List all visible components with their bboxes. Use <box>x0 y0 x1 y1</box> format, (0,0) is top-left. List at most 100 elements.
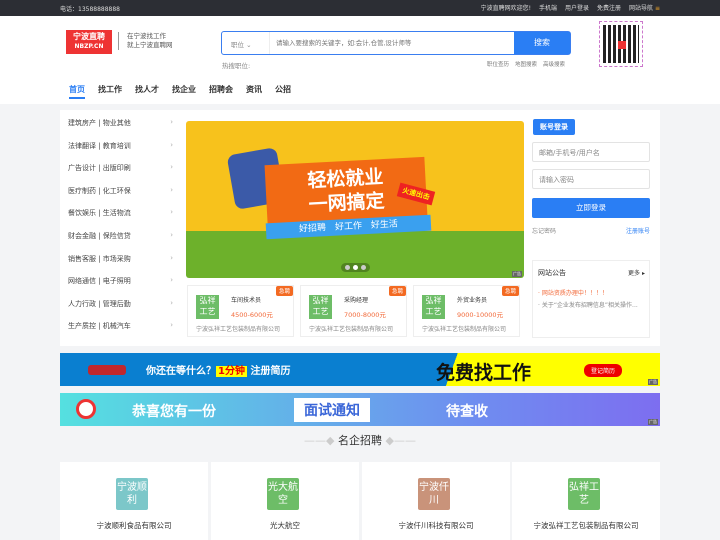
company-name: 宁波弘祥工艺包装制品有限公司 <box>533 521 639 530</box>
notice-item[interactable]: · 关于“企业发布招聘信息”相关操作... <box>538 300 638 309</box>
urgent-badge: 急聘 <box>501 286 519 296</box>
search-input[interactable] <box>270 32 514 54</box>
category-item[interactable]: 餐饮娱乐 | 生活物流 › <box>68 208 173 231</box>
company-logo: 弘祥工艺 <box>422 295 445 319</box>
company-logo: 宁波仟川 <box>418 478 450 510</box>
job-title: 外贸业务员 <box>457 297 488 304</box>
category-item[interactable]: 销售客服 | 市场采购 › <box>68 254 173 277</box>
password-input[interactable]: 请输入密码 <box>532 169 650 189</box>
notice-panel: 网站公告 更多 ▸ · 网站资质办理中！！！！ · 关于“企业发布招聘信息”相关… <box>532 260 650 338</box>
logo[interactable]: 宁波直聘 NBZP.CN <box>66 30 112 54</box>
ad-label: 广告 <box>648 419 658 425</box>
company-logo: 弘祥工艺 <box>196 295 219 319</box>
carousel-banner[interactable]: 轻松就业 一网搞定 好招聘 好工作 好生活 火速出击 广告 <box>186 121 524 278</box>
company-logo: 光大航空 <box>267 478 299 510</box>
job-company: 宁波弘祥工艺包装制品有限公司 <box>309 326 394 333</box>
forgot-password-link[interactable]: 忘记密码 <box>532 226 556 235</box>
company-logo: 弘祥工艺 <box>309 295 332 319</box>
company-card[interactable]: 宁波仟川 宁波仟川科技有限公司 <box>362 462 510 540</box>
notice-title: 网站公告 <box>538 269 566 277</box>
megaphone-icon <box>88 365 126 375</box>
company-logo: 宁波顺利 <box>116 478 148 510</box>
ad-label: 广告 <box>512 271 522 277</box>
urgent-badge: 急聘 <box>388 286 406 296</box>
category-item[interactable]: 法律翻译 | 教育培训 › <box>68 141 173 164</box>
nav-find-talent[interactable]: 找人才 <box>135 84 159 95</box>
login-button[interactable]: 立即登录 <box>532 198 650 218</box>
nav-news[interactable]: 资讯 <box>246 84 262 95</box>
nav-find-job[interactable]: 找工作 <box>98 84 122 95</box>
slogan-line1: 在宁波找工作 <box>127 32 166 40</box>
map-search-link[interactable]: 地图搜索 <box>515 60 537 68</box>
chevron-right-icon: › <box>170 118 173 126</box>
category-item[interactable]: 财会金融 | 保险信贷 › <box>68 231 173 254</box>
notice-more-link[interactable]: 更多 ▸ <box>628 268 645 277</box>
register-account-link[interactable]: 注册账号 <box>626 226 650 235</box>
category-item[interactable]: 建筑房产 | 物业其他 › <box>68 118 173 141</box>
ad-banner-register[interactable]: 你还在等什么？ 1分钟 注册简历 免费找工作 登记简历 广告 <box>60 353 660 386</box>
carousel-dot[interactable] <box>345 265 350 270</box>
category-item[interactable]: 广告设计 | 出版印刷 › <box>68 163 173 186</box>
ad-highlight: 面试通知 <box>294 398 370 422</box>
job-title: 采购经理 <box>344 297 369 304</box>
search-button[interactable]: 搜索 <box>514 32 570 54</box>
category-item[interactable]: 网络通信 | 电子照明 › <box>68 276 173 299</box>
megaphone-icon <box>76 399 96 419</box>
company-card[interactable]: 弘祥工艺宁波弘祥工艺包装制品有限公司 <box>512 462 660 540</box>
username-input[interactable]: 邮箱/手机号/用户名 <box>532 142 650 162</box>
job-history-link[interactable]: 职位查历 <box>487 60 509 68</box>
search-category-select[interactable]: 职位 ⌄ <box>222 32 270 54</box>
carousel-dot[interactable] <box>353 265 358 270</box>
job-card[interactable]: 弘祥工艺 采购经理 7000-8000元 宁波弘祥工艺包装制品有限公司 急聘 <box>300 285 407 337</box>
tab-account-login[interactable]: 账号登录 <box>533 119 575 135</box>
logo-en: NBZP.CN <box>74 43 104 50</box>
section-title: 名企招聘 <box>338 434 382 447</box>
search-category-label: 职位 <box>231 41 244 49</box>
menu-icon: ≡ <box>654 5 660 12</box>
job-salary: 7000-8000元 <box>344 311 386 319</box>
job-card[interactable]: 弘祥工艺 外贸业务员 9000-10000元 宁波弘祥工艺包装制品有限公司 急聘 <box>413 285 520 337</box>
ad-headline: 免费找工作 <box>436 362 532 384</box>
company-card[interactable]: 宁波顺利宁波顺利食品有限公司 <box>60 462 208 540</box>
job-card[interactable]: 弘祥工艺 车间技术员 4500-6000元 宁波弘祥工艺包装制品有限公司 急聘 <box>187 285 294 337</box>
carousel-dot[interactable] <box>361 265 366 270</box>
chevron-right-icon: › <box>170 230 173 239</box>
register-resume-button[interactable]: 登记简历 <box>584 364 623 377</box>
category-item[interactable]: 生产质控 | 机械汽车 › <box>68 321 173 344</box>
nav-find-company[interactable]: 找企业 <box>172 84 196 95</box>
register-link[interactable]: 免费注册 <box>597 3 621 12</box>
qr-code <box>599 21 643 67</box>
category-item[interactable]: 医疗制药 | 化工环保 › <box>68 186 173 209</box>
section-header: ——◆ 名企招聘 ◆—— <box>0 432 720 448</box>
category-item[interactable]: 人力行政 | 管理后勤 › <box>68 299 173 322</box>
site-nav-label: 网站导航 <box>629 5 654 12</box>
company-logo: 弘祥工艺 <box>568 478 600 510</box>
ad-banner-interview[interactable]: 恭喜您有一份 面试通知 待查收 广告 <box>60 393 660 426</box>
advanced-search-link[interactable]: 高级搜索 <box>543 60 565 68</box>
carousel-dots <box>341 263 370 272</box>
divider-right: ◆—— <box>382 434 416 447</box>
chevron-right-icon: › <box>170 276 173 285</box>
site-nav-link[interactable]: 网站导航 ≡ <box>629 3 660 12</box>
company-card[interactable]: 光大航空 光大航空 <box>211 462 359 540</box>
triangle-right-icon: ▸ <box>641 270 645 277</box>
job-title: 车间技术员 <box>231 297 262 304</box>
nav-home[interactable]: 首页 <box>69 84 85 95</box>
ad-label: 广告 <box>648 379 658 385</box>
urgent-badge: 急聘 <box>275 286 293 296</box>
nav-job-fair[interactable]: 招聘会 <box>209 84 233 95</box>
mobile-link[interactable]: 手机端 <box>539 3 557 12</box>
login-link[interactable]: 用户登录 <box>565 3 589 12</box>
company-name: 光大航空 <box>270 521 300 530</box>
notice-item[interactable]: · 网站资质办理中！！！！ <box>538 288 608 297</box>
search-links: 职位查历 地图搜索 高级搜索 <box>487 60 565 68</box>
company-name: 宁波顺利食品有限公司 <box>96 521 172 530</box>
job-company: 宁波弘祥工艺包装制品有限公司 <box>422 326 507 333</box>
chevron-right-icon: › <box>170 253 173 262</box>
search-box: 职位 ⌄ 搜索 <box>221 31 571 55</box>
slogan: 在宁波找工作 就上宁波直聘网 <box>118 32 173 50</box>
chevron-right-icon: › <box>170 321 173 330</box>
nav-public-recruit[interactable]: 公招 <box>275 84 291 95</box>
chevron-right-icon: › <box>170 185 173 194</box>
chevron-down-icon: ⌄ <box>246 41 252 49</box>
